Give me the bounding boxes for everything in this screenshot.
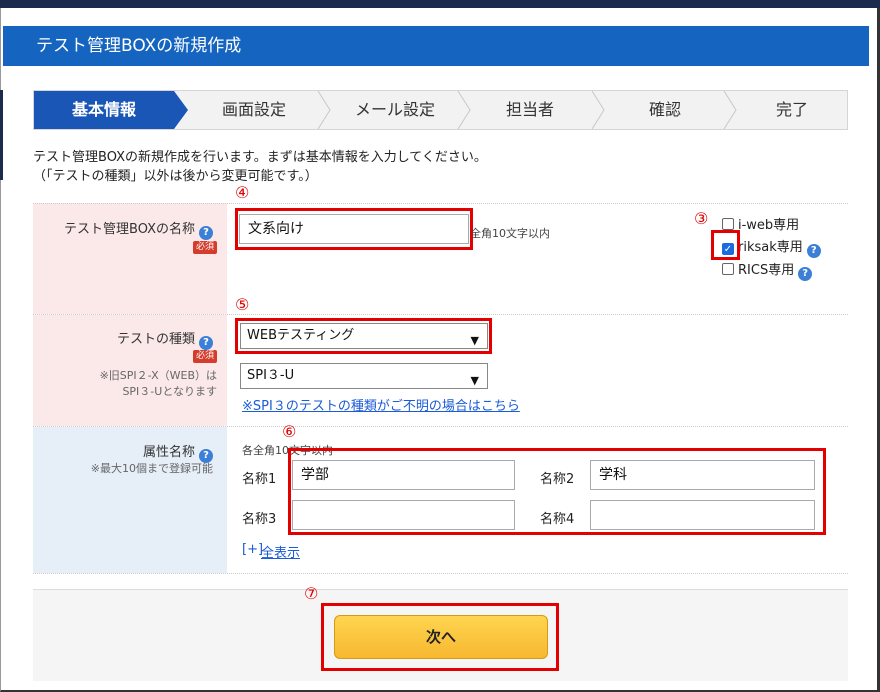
annotation-5: ⑤: [235, 295, 250, 314]
step-separator-icon: [723, 91, 737, 129]
attr3-label: 名称3: [242, 512, 277, 527]
attr2-label: 名称2: [540, 472, 575, 487]
attr1-input[interactable]: 学部: [292, 460, 515, 490]
type-note: ※旧SPI２-X（WEB）は SPI３-Uとなります: [60, 368, 217, 400]
attr2-input[interactable]: 学科: [590, 460, 815, 490]
step-mail-settings: メール設定: [354, 100, 435, 119]
test-type-value: WEBテスティング: [247, 328, 355, 343]
window-top-bar: [0, 0, 880, 8]
iweb-option[interactable]: i-web専用: [722, 218, 799, 233]
chevron-down-icon: ▼: [470, 374, 479, 387]
spi-help-link[interactable]: ※SPI３のテストの種類がご不明の場合はこちら: [242, 395, 520, 414]
riksak-checkbox[interactable]: ✓: [722, 243, 734, 255]
iweb-checkbox[interactable]: [722, 218, 734, 230]
help-icon[interactable]: ?: [798, 267, 813, 281]
help-icon[interactable]: ?: [199, 226, 213, 240]
help-icon[interactable]: ?: [806, 244, 821, 258]
name-hint: 全角10文字以内: [470, 227, 550, 240]
spi-value: SPI３-U: [247, 368, 295, 383]
step-progress: 基本情報 画面設定 メール設定 担当者 確認 完了: [33, 90, 848, 130]
box-name-input[interactable]: 文系向け: [239, 214, 469, 244]
rics-checkbox[interactable]: [722, 263, 734, 275]
annotation-6: ⑥: [282, 422, 297, 441]
step-confirm: 確認: [648, 100, 681, 119]
attr-label: 属性名称?: [33, 441, 227, 463]
chevron-down-icon: ▼: [470, 334, 479, 347]
intro-line-2: （「テストの種類」以外は後から変更可能です。）: [33, 169, 318, 184]
type-label: テストの種類?: [33, 328, 227, 350]
riksak-label: riksak専用: [738, 240, 803, 255]
row-divider: [33, 203, 848, 204]
required-badge: 必須: [193, 350, 218, 363]
test-type-select[interactable]: WEBテスティング ▼: [240, 323, 488, 349]
row-divider: [33, 573, 848, 574]
attr4-input[interactable]: [590, 500, 815, 530]
type-note-line-2: SPI３-Uとなります: [122, 385, 217, 398]
annotation-3: ③: [694, 209, 709, 228]
intro-text: テスト管理BOXの新規作成を行います。まずは基本情報を入力してください。 （「テ…: [33, 148, 487, 186]
next-button[interactable]: 次へ: [334, 615, 548, 659]
attr-note: ※最大10個まで登録可能: [90, 462, 213, 475]
attr3-input[interactable]: [292, 500, 515, 530]
help-icon[interactable]: ?: [199, 336, 213, 350]
step-separator-icon: [591, 91, 605, 129]
iweb-label: i-web専用: [738, 218, 800, 233]
rics-option[interactable]: RICS専用?: [722, 263, 813, 281]
step-complete: 完了: [775, 100, 808, 119]
show-all-link[interactable]: 全表示: [261, 542, 300, 561]
step-staff: 担当者: [505, 100, 554, 119]
annotation-7: ⑦: [304, 584, 319, 603]
page-title: テスト管理BOXの新規作成: [3, 26, 869, 66]
expand-prefix: [+]: [242, 542, 264, 557]
spi-select[interactable]: SPI３-U ▼: [240, 363, 488, 389]
riksak-option[interactable]: ✓ riksak専用?: [722, 241, 821, 258]
step-screen-settings: 画面設定: [221, 100, 286, 119]
intro-line-1: テスト管理BOXの新規作成を行います。まずは基本情報を入力してください。: [33, 150, 487, 165]
required-badge: 必須: [193, 241, 218, 254]
rics-label: RICS専用: [738, 263, 795, 278]
attr-hint: 各全角10文字以内: [242, 444, 333, 457]
left-accent: [0, 90, 3, 180]
type-note-line-1: ※旧SPI２-X（WEB）は: [99, 369, 217, 382]
step-basic-info: 基本情報: [34, 91, 188, 129]
name-label: テスト管理BOXの名称?: [33, 218, 227, 240]
attr1-label: 名称1: [242, 472, 277, 487]
type-label-text: テストの種類: [116, 332, 195, 347]
name-label-text: テスト管理BOXの名称: [64, 222, 195, 237]
annotation-4: ④: [235, 183, 250, 202]
attr4-label: 名称4: [540, 512, 575, 527]
attr-label-text: 属性名称: [142, 445, 195, 460]
